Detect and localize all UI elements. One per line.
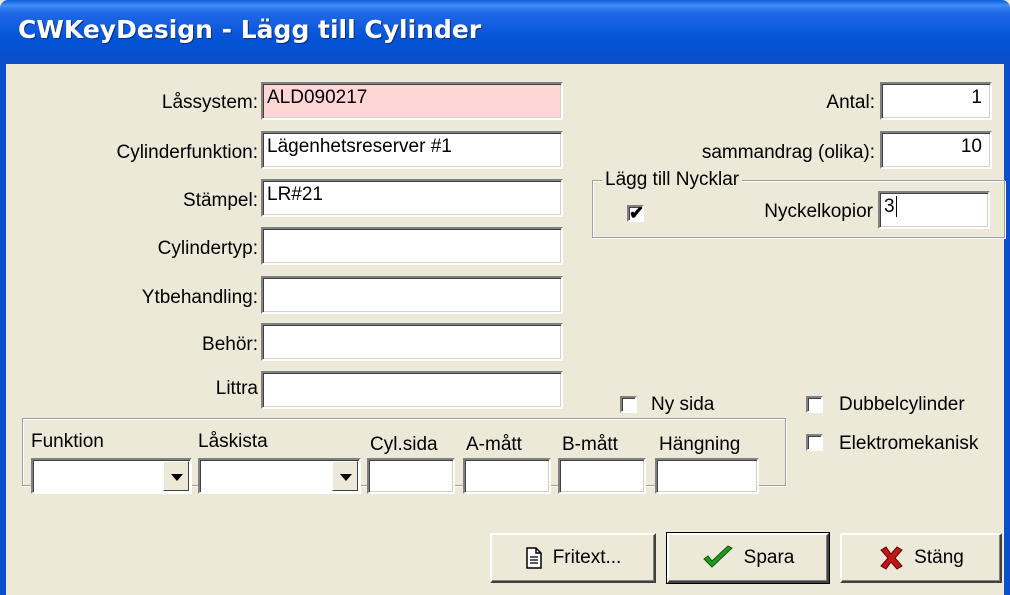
text-cursor (895, 196, 897, 217)
cylsida-field[interactable] (367, 458, 455, 494)
ytbehandling-label: Ytbehandling: (141, 287, 258, 308)
window-title: CWKeyDesign - Lägg till Cylinder (18, 15, 482, 44)
dubbelcylinder-label: Dubbelcylinder (839, 394, 965, 415)
stang-button-label: Stäng (914, 547, 964, 568)
lagg-till-nycklar-title: Lägg till Nycklar (602, 169, 743, 191)
littra-field[interactable] (261, 371, 563, 409)
littra-label: Littra (215, 378, 258, 399)
ny-sida-label: Ny sida (651, 394, 715, 415)
nyckelkopior-label: Nyckelkopior (764, 201, 873, 222)
cylindertyp-label: Cylindertyp: (157, 238, 258, 259)
laskista-header: Låskista (198, 431, 268, 452)
stampel-label: Stämpel: (183, 190, 258, 211)
dialog-window: CWKeyDesign - Lägg till Cylinder Låssyst… (0, 0, 1010, 595)
hangning-header: Hängning (659, 434, 741, 455)
ytbehandling-field[interactable] (261, 276, 563, 314)
stang-button[interactable]: Stäng (840, 533, 1002, 583)
funktion-dropdown[interactable] (31, 458, 192, 494)
dropdown-arrow-icon[interactable] (332, 461, 358, 491)
sammandrag-label: sammandrag (olika): (701, 142, 875, 163)
checkmark-icon (702, 545, 733, 568)
ny-sida-checkbox[interactable] (620, 396, 637, 413)
behor-field[interactable] (261, 323, 563, 361)
window-frame-right (1004, 64, 1010, 595)
spara-button[interactable]: Spara (666, 532, 830, 584)
lagg-till-nycklar-checkbox[interactable]: ✔ (627, 203, 645, 223)
elektromekanisk-checkbox[interactable] (806, 434, 823, 451)
dropdown-arrow-icon[interactable] (163, 461, 189, 491)
nyckelkopior-value: 3 (884, 196, 895, 217)
title-bar[interactable]: CWKeyDesign - Lägg till Cylinder (0, 0, 1010, 64)
sammandrag-field[interactable]: 10 (880, 131, 992, 169)
cylindertyp-field[interactable] (261, 227, 563, 265)
window-frame-left (0, 64, 6, 595)
laskista-dropdown[interactable] (198, 458, 361, 494)
antal-label: Antal: (826, 92, 875, 113)
lassystem-field[interactable]: ALD090217 (261, 82, 563, 120)
dubbelcylinder-checkbox[interactable] (806, 396, 823, 413)
cylinderfunktion-field[interactable]: Lägenhetsreserver #1 (261, 131, 563, 169)
antal-field[interactable]: 1 (880, 82, 992, 120)
stampel-field[interactable]: LR#21 (261, 179, 563, 217)
checkmark-icon: ✔ (629, 203, 645, 223)
nyckelkopior-field[interactable]: 3 (878, 191, 990, 229)
fritext-button-label: Fritext... (552, 547, 622, 568)
lassystem-label: Låssystem: (161, 92, 258, 113)
close-x-icon (880, 546, 903, 570)
bmatt-header: B-mått (562, 434, 618, 455)
bmatt-field[interactable] (558, 458, 646, 494)
funktion-header: Funktion (31, 431, 104, 452)
elektromekanisk-label: Elektromekanisk (839, 433, 979, 454)
cylsida-header: Cyl.sida (370, 434, 438, 455)
document-icon (525, 547, 542, 569)
amatt-field[interactable] (463, 458, 551, 494)
hangning-field[interactable] (655, 458, 759, 494)
cylinderfunktion-label: Cylinderfunktion: (116, 142, 258, 163)
fritext-button[interactable]: Fritext... (490, 533, 656, 583)
amatt-header: A-mått (466, 434, 522, 455)
behor-label: Behör: (202, 334, 258, 355)
spara-button-label: Spara (743, 547, 795, 568)
